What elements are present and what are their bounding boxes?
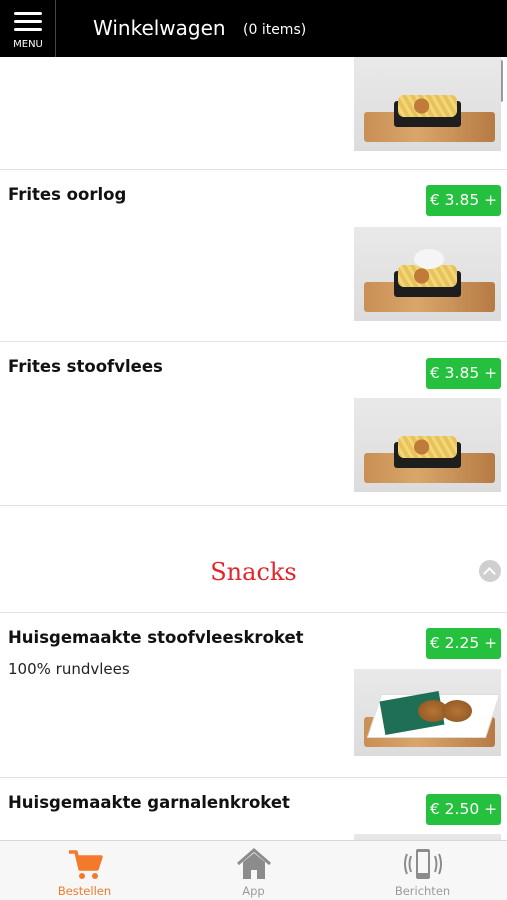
product-name: Frites stoofvlees [8,357,163,376]
product-photo [354,669,501,756]
product-name: Frites oorlog [8,185,127,204]
product-row[interactable]: Huisgemaakte garnalenkroket € 2.50 + [0,778,507,840]
phone-vibrate-icon [404,849,442,879]
product-name: Huisgemaakte garnalenkroket [8,793,290,812]
tab-bestellen[interactable]: Bestellen [0,841,169,900]
tab-berichten[interactable]: Berichten [338,841,507,900]
cart-icon [69,850,103,879]
product-row[interactable]: Huisgemaakte stoofvleeskroket 100% rundv… [0,613,507,778]
add-price-button[interactable]: € 3.85 + [426,185,501,216]
product-photo [354,57,501,151]
product-description: 100% rundvlees [8,660,130,678]
add-price-button[interactable]: € 2.50 + [426,794,501,825]
product-row[interactable]: Frites stoofvlees € 3.85 + [0,342,507,506]
menu-label: MENU [13,39,43,50]
page-title: Winkelwagen [93,16,226,40]
collapse-chevron-up-icon[interactable] [479,560,501,582]
tab-label: Berichten [394,884,451,898]
cart-item-count: (0 items) [243,22,307,38]
home-icon [237,848,271,879]
product-photo [354,398,501,492]
product-list[interactable]: Frites oorlog € 3.85 + Frites stoofvlees… [0,57,507,840]
tab-label: App [242,884,265,898]
category-header[interactable]: Snacks [0,506,507,613]
product-name: Huisgemaakte stoofvleeskroket [8,628,304,647]
tab-bar: Bestellen App Berichten [0,840,507,900]
hamburger-icon [14,12,42,36]
category-title: Snacks [210,558,297,586]
tab-label: Bestellen [57,884,112,898]
product-row[interactable]: Frites oorlog € 3.85 + [0,170,507,342]
app-header: MENU Winkelwagen (0 items) [0,0,507,57]
tab-app[interactable]: App [169,841,338,900]
add-price-button[interactable]: € 2.25 + [426,628,501,659]
add-price-button[interactable]: € 3.85 + [426,358,501,389]
product-photo [354,227,501,321]
menu-button[interactable]: MENU [0,0,56,57]
product-row[interactable] [0,57,507,170]
